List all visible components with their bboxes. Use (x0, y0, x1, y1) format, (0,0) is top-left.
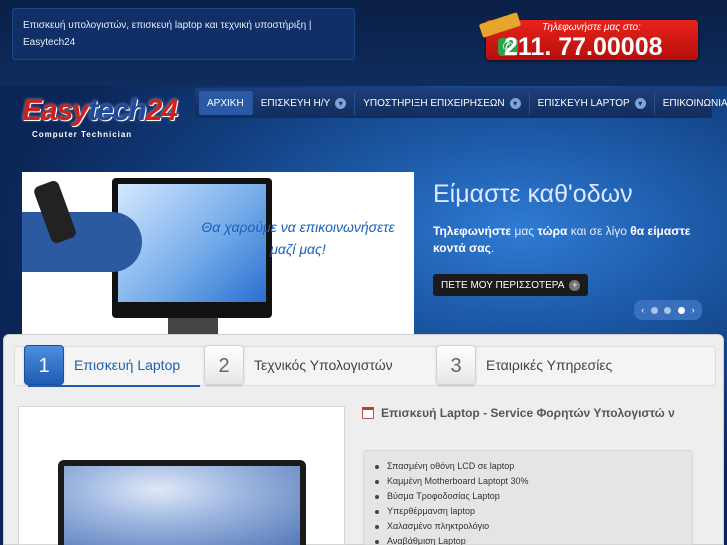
slide-text-strong: τώρα (537, 224, 568, 238)
nav-label: ΕΠΙΣΚΕΥΗ Η/Υ (260, 97, 331, 109)
logo[interactable]: Easytech24 Computer Technician (22, 92, 192, 148)
calendar-icon (362, 407, 374, 419)
slide-text-strong: Τηλεφωνήστε (433, 224, 512, 238)
slide-text-plain: και σε λίγο (567, 224, 631, 238)
main-nav: ΑΡΧΙΚΗ ΕΠΙΣΚΕΥΗ Η/Υ ▾ ΥΠΟΣΤΗΡΙΞΗ ΕΠΙΧΕΙΡΗ… (195, 88, 727, 118)
read-more-button[interactable]: ΠΕΤΕ ΜΟΥ ΠΕΡΙΣΣΟΤΕΡΑ + (433, 274, 589, 296)
list-item: Χαλασμένο πληκτρολόγιο (375, 519, 692, 534)
nav-label: ΥΠΟΣΤΗΡΙΞΗ ΕΠΙΧΕΙΡΗΣΕΩΝ (363, 97, 505, 109)
tab-number: 3 (436, 345, 476, 385)
nav-item-business-support[interactable]: ΥΠΟΣΤΗΡΙΞΗ ΕΠΙΧΕΙΡΗΣΕΩΝ ▾ (355, 91, 530, 115)
list-item: Υπερθέρμανση laptop (375, 504, 692, 519)
slide-text: Τηλεφωνήστε μας τώρα και σε λίγο θα είμα… (433, 223, 693, 257)
list-item: Καμμένη Motherboard Laptopt 30% (375, 474, 692, 489)
tab-number: 1 (24, 345, 64, 385)
chevron-down-icon: ▾ (634, 97, 646, 109)
tab-laptop-repair[interactable]: 1 Επισκευή Laptop (24, 344, 180, 386)
nav-item-pc-repair[interactable]: ΕΠΙΣΚΕΥΗ Η/Υ ▾ (253, 91, 356, 115)
site-title: Επισκευή υπολογιστών, επισκευή laptop κα… (12, 8, 355, 60)
logo-subtitle: Computer Technician (32, 130, 133, 139)
tab-label: Επισκευή Laptop (74, 357, 181, 373)
logo-word-easy: Easy (22, 94, 89, 127)
phone-label: Τηλεφωνήστε μας στο: (542, 22, 641, 33)
logo-word-24: 24 (145, 94, 178, 127)
services-list: Σπασμένη οθόνη LCD σε laptop Καμμένη Mot… (363, 450, 693, 545)
list-item: Βύσμα Τροφοδοσίας Laptop (375, 489, 692, 504)
plus-icon: + (569, 279, 581, 291)
post-title[interactable]: Επισκευή Laptop - Service Φορητών Υπολογ… (381, 405, 701, 421)
nav-item-home[interactable]: ΑΡΧΙΚΗ (199, 91, 253, 115)
slider-dot-1[interactable] (650, 306, 658, 314)
slide-text-plain: μας (511, 224, 538, 238)
nav-label: ΑΡΧΙΚΗ (207, 97, 244, 109)
laptop-screen (64, 466, 300, 545)
nav-label: ΕΠΙΚΟΙΝΩΝΙΑ (662, 97, 727, 109)
chevron-down-icon: ▾ (335, 97, 347, 109)
monitor-stand (168, 318, 218, 334)
slider-dot-3[interactable] (678, 306, 686, 314)
slide-image: Θα χαρούμε να επικοινωνήσετε μαζί μας! (22, 172, 414, 334)
slide-title: Είμαστε καθ'οδων (433, 180, 633, 208)
list-item: Σπασμένη οθόνη LCD σε laptop (375, 459, 692, 474)
active-tab-underline (28, 385, 200, 387)
arm-illustration (22, 212, 142, 272)
tab-computer-technician[interactable]: 2 Τεχνικός Υπολογιστών (204, 344, 393, 386)
nav-item-laptop-repair[interactable]: ΕΠΙΣΚΕΥΗ LAPTOP ▾ (530, 91, 655, 115)
slider-dot-2[interactable] (664, 306, 672, 314)
logo-wordmark: Easytech24 (22, 94, 178, 128)
prev-arrow-icon[interactable]: ‹ (641, 305, 644, 315)
next-arrow-icon[interactable]: › (692, 305, 695, 315)
logo-word-tech: tech (88, 94, 147, 127)
tab-number: 2 (204, 345, 244, 385)
slide-caption: Θα χαρούμε να επικοινωνήσετε μαζί μας! (201, 219, 395, 257)
slider-pager: ‹ › (634, 300, 702, 320)
list-item: Αναβάθμιση Laptop (375, 534, 692, 545)
phone-banner[interactable]: Τηλεφωνήστε μας στο: ✆ 211. 77.00008 (478, 12, 702, 61)
slide-text-plain: . (490, 241, 495, 255)
nav-item-contact[interactable]: ΕΠΙΚΟΙΝΩΝΙΑ (655, 91, 727, 115)
chevron-down-icon: ▾ (509, 97, 521, 109)
read-more-label: ΠΕΤΕ ΜΟΥ ΠΕΡΙΣΣΟΤΕΡΑ (441, 279, 565, 291)
tab-label: Τεχνικός Υπολογιστών (254, 357, 393, 373)
laptop-image (58, 460, 306, 545)
phone-number: 211. 77.00008 (504, 33, 663, 61)
tab-corporate-services[interactable]: 3 Εταιρικές Υπηρεσίες (436, 344, 612, 386)
tab-label: Εταιρικές Υπηρεσίες (486, 357, 613, 373)
nav-label: ΕΠΙΣΚΕΥΗ LAPTOP (537, 97, 630, 109)
